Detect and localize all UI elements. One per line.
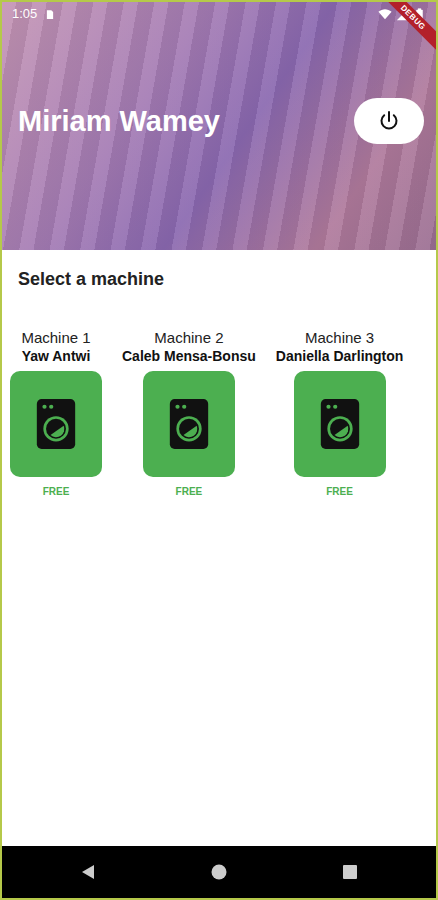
machine-status: FREE <box>326 486 353 498</box>
back-icon <box>78 862 98 882</box>
battery-icon <box>413 7 426 22</box>
section-title: Select a machine <box>2 250 436 291</box>
machine-item[interactable]: Machine 2Caleb Mensa-Bonsu FREE <box>122 329 256 498</box>
washing-machine-icon <box>33 395 79 453</box>
clock: 1:05 <box>12 4 37 24</box>
machine-label: Machine 3 <box>305 329 374 347</box>
machine-tile[interactable] <box>143 371 235 477</box>
machine-item[interactable]: Machine 3Daniella Darlington FREE <box>276 329 404 498</box>
recents-button[interactable] <box>340 862 360 882</box>
status-left: 1:05 <box>12 4 55 24</box>
user-name: Miriam Wamey <box>18 104 220 139</box>
machine-list: Machine 1Yaw AntwiFREEMachine 2Caleb Men… <box>2 291 436 498</box>
sd-card-icon <box>45 9 55 20</box>
home-icon <box>209 862 229 882</box>
power-icon <box>377 109 401 133</box>
machine-label: Machine 2 <box>154 329 223 347</box>
signal-icon <box>396 8 409 21</box>
status-bar: 1:05 <box>2 2 436 26</box>
machine-panel: Select a machineMachine 1Yaw AntwiFREEMa… <box>2 250 436 846</box>
machine-user: Yaw Antwi <box>22 347 91 365</box>
status-right <box>378 7 426 22</box>
header-bar: Miriam Wamey <box>2 26 436 250</box>
machine-user: Daniella Darlington <box>276 347 404 365</box>
machine-tile[interactable] <box>10 371 102 477</box>
machine-status: FREE <box>43 486 70 498</box>
system-nav-bar <box>2 846 436 898</box>
header-photo: 1:05 Miriam Wamey DEBUG <box>2 2 436 250</box>
wifi-icon <box>378 7 392 21</box>
machine-item[interactable]: Machine 1Yaw Antwi FREE <box>10 329 102 498</box>
debug-label: DEBUG <box>377 2 436 54</box>
machine-user: Caleb Mensa-Bonsu <box>122 347 256 365</box>
machine-status: FREE <box>176 486 203 498</box>
home-button[interactable] <box>209 862 229 882</box>
app-screen: 1:05 Miriam Wamey DEBUG Select a machine Mac… <box>0 0 438 900</box>
machine-tile[interactable] <box>294 371 386 477</box>
recents-icon <box>340 862 360 882</box>
logout-button[interactable] <box>354 98 424 144</box>
washing-machine-icon <box>317 395 363 453</box>
washing-machine-icon <box>166 395 212 453</box>
debug-banner: DEBUG <box>372 2 436 66</box>
machine-label: Machine 1 <box>21 329 90 347</box>
back-button[interactable] <box>78 862 98 882</box>
